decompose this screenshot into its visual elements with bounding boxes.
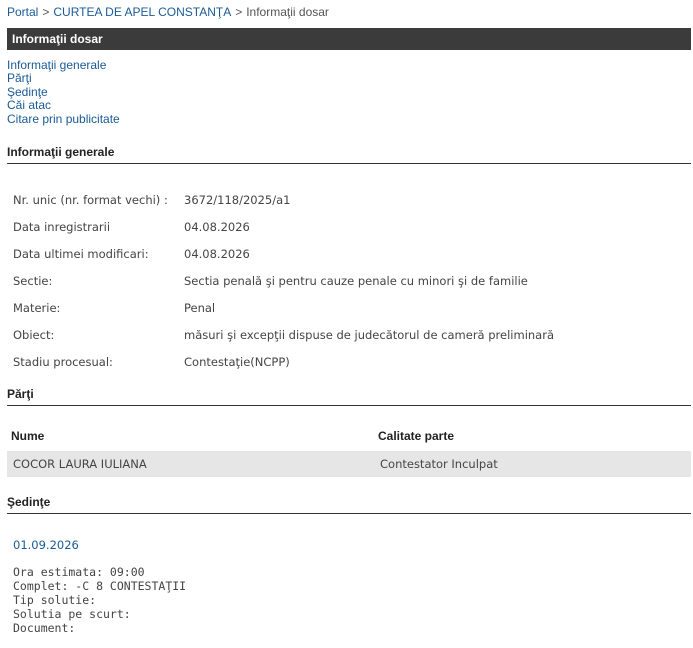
hearing-estimated-time: Ora estimata: 09:00 [13,565,145,579]
hearing-solution-type: Tip solutie: [13,593,97,607]
party-name: COCOR LAURA IULIANA [13,457,147,471]
info-value: Sectia penală şi pentru cauze penale cu … [184,273,528,288]
general-info-table: Nr. unic (nr. format vechi) : 3672/118/2… [13,186,554,375]
info-row-procedural-stage: Stadiu procesual: Contestaţie(NCPP) [13,348,554,375]
page-title-bar: Informaţii dosar [7,28,691,50]
parties-column-name: Nume [11,429,45,443]
nav-link-appeals[interactable]: Căi atac [7,98,120,112]
nav-link-parties[interactable]: Părţi [7,71,120,85]
parties-table-header: Nume Calitate parte [7,427,691,447]
hearing-date-link[interactable]: 01.09.2026 [13,538,79,552]
hearing-details: Ora estimata: 09:00 Complet: -C 8 CONTEST… [13,565,186,635]
info-value: 3672/118/2025/a1 [184,192,291,207]
info-row-last-modified: Data ultimei modificari: 04.08.2026 [13,240,554,267]
breadcrumb-portal-link[interactable]: Portal [7,5,38,19]
info-label: Materie: [13,300,61,315]
general-info-heading: Informaţii generale [7,145,691,164]
info-label: Sectie: [13,273,53,288]
party-role: Contestator Inculpat [380,457,498,471]
section-nav: Informaţii generale Părţi Şedinţe Căi at… [7,58,120,126]
info-value: 04.08.2026 [184,246,250,261]
hearing-solution-summary: Solutia pe scurt: [13,607,131,621]
parties-column-role: Calitate parte [378,429,455,443]
info-label: Data ultimei modificari: [13,246,149,261]
info-row-section: Sectie: Sectia penală şi pentru cauze pe… [13,267,554,294]
info-label: Obiect: [13,327,55,342]
info-label: Nr. unic (nr. format vechi) : [13,192,168,207]
page-title: Informaţii dosar [12,32,103,46]
hearing-panel: Complet: -C 8 CONTESTAŢII [13,579,187,593]
info-row-case-number: Nr. unic (nr. format vechi) : 3672/118/2… [13,186,554,213]
breadcrumb-court-link[interactable]: CURTEA DE APEL CONSTANŢA [53,5,231,19]
info-label: Data inregistrarii [13,219,111,234]
nav-link-general-info[interactable]: Informaţii generale [7,58,120,72]
info-value: 04.08.2026 [184,219,250,234]
info-value: măsuri şi excepţii dispuse de judecătoru… [184,327,555,342]
parties-heading: Părţi [7,387,691,406]
breadcrumb-separator: > [42,5,50,19]
info-row-matter: Materie: Penal [13,294,554,321]
info-value: Contestaţie(NCPP) [184,354,290,369]
info-row-registration-date: Data inregistrarii 04.08.2026 [13,213,554,240]
breadcrumb-current: Informaţii dosar [246,5,329,19]
hearing-document: Document: [13,621,76,635]
nav-link-public-summons[interactable]: Citare prin publicitate [7,112,120,126]
info-value: Penal [184,300,216,315]
info-label: Stadiu procesual: [13,354,113,369]
breadcrumb: Portal > CURTEA DE APEL CONSTANŢA > Informaţ… [7,4,329,20]
hearings-heading: Şedinţe [7,495,691,514]
breadcrumb-separator: > [235,5,243,19]
nav-link-hearings[interactable]: Şedinţe [7,85,120,99]
info-row-object: Obiect: măsuri şi excepţii dispuse de ju… [13,321,554,348]
table-row: COCOR LAURA IULIANA Contestator Inculpat [7,451,691,477]
